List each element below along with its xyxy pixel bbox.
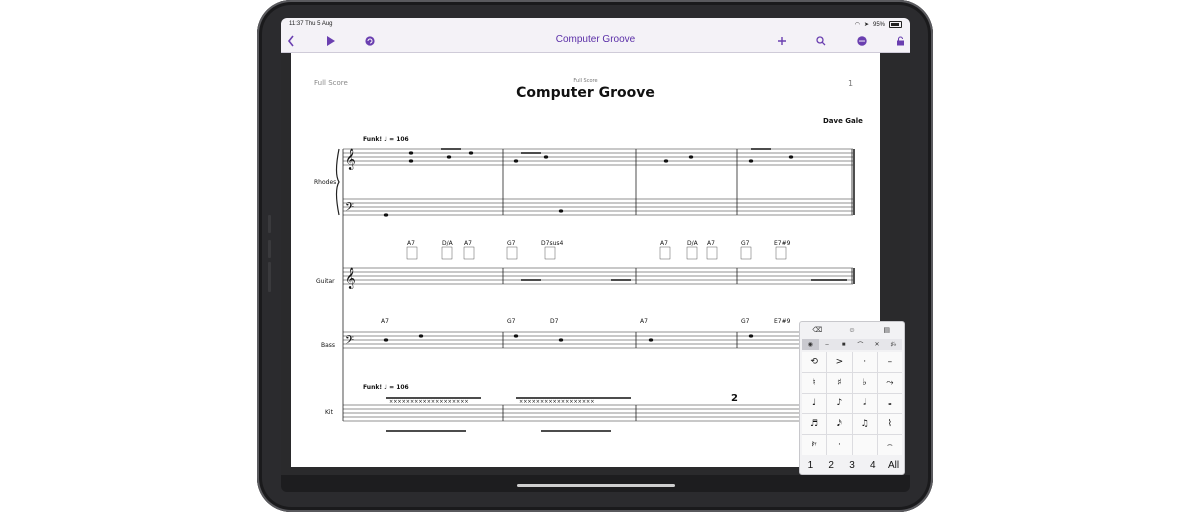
status-date: Thu 5 Aug: [305, 21, 333, 27]
palette-key[interactable]: ♭: [852, 372, 877, 393]
palette-key[interactable]: ⌢: [877, 435, 902, 455]
palette-key[interactable]: ♯: [827, 372, 852, 393]
palette-key[interactable]: 𝄽𝄾: [802, 435, 827, 455]
notation-canvas: 𝄞𝄢 𝄞𝄢 ××××××××××××××××××× ××××××××××××××…: [335, 148, 855, 432]
palette-tab-ties[interactable]: ⌒: [852, 339, 869, 350]
volume-button: [268, 215, 271, 233]
palette-tab-beams[interactable]: ■: [835, 339, 852, 350]
delete-icon[interactable]: ⌫: [800, 322, 835, 338]
voice-button-1[interactable]: 1: [800, 457, 821, 473]
palette-key[interactable]: [852, 435, 877, 455]
palette-key[interactable]: 𝅗𝅥: [852, 393, 877, 414]
keypad-palette: ⌫ ☺ ▤ ◉ – ■ ⌒ ✕ ♯♭ ⟲ > · – ♮ ♯ ♭ ⤳ ♩ ♪ 𝅗…: [799, 321, 905, 475]
lock-icon[interactable]: [893, 33, 907, 49]
palette-key[interactable]: ♪: [827, 393, 852, 414]
voice-button-4[interactable]: 4: [862, 457, 883, 473]
svg-text:𝄢: 𝄢: [345, 334, 354, 350]
toolbar: Computer Groove: [281, 31, 910, 53]
screen: 11:37 Thu 5 Aug ◠ ➤ 95% Computer Groove: [281, 18, 910, 492]
battery-percent: 95%: [872, 21, 885, 28]
home-indicator[interactable]: [517, 484, 675, 487]
palette-key[interactable]: ·: [852, 352, 877, 372]
kit-crosses: ××××××××××××××××××× ××××××××××××××××××: [389, 399, 594, 405]
side-button: [268, 262, 271, 292]
svg-text:𝄢: 𝄢: [345, 201, 354, 217]
wifi-icon: ◠: [854, 22, 860, 28]
palette-key[interactable]: ♫: [852, 414, 877, 435]
svg-text:×××××××××××××××××××: ×××××××××××××××××××: [389, 399, 469, 405]
svg-text:𝄞: 𝄞: [345, 268, 356, 289]
beams: [386, 148, 847, 432]
keyboard-icon[interactable]: ▤: [869, 322, 904, 338]
palette-key[interactable]: ⌇: [877, 414, 902, 435]
battery-icon: [889, 21, 902, 28]
palette-tab-notes[interactable]: ◉: [802, 339, 819, 350]
palette-key[interactable]: ·: [827, 435, 852, 455]
svg-text:𝄞: 𝄞: [345, 149, 356, 170]
score-page[interactable]: Full Score Full Score Computer Groove 1 …: [291, 53, 880, 467]
voice-button-2[interactable]: 2: [821, 457, 842, 473]
palette-key[interactable]: ♮: [802, 372, 827, 393]
palette-key[interactable]: >: [827, 352, 852, 372]
palette-key[interactable]: –: [877, 352, 902, 372]
palette-key[interactable]: ♩: [802, 393, 827, 414]
palette-key[interactable]: 𝅘𝅥𝅯: [827, 414, 852, 435]
palette-key[interactable]: ♬: [802, 414, 827, 435]
svg-text:××××××××××××××××××: ××××××××××××××××××: [519, 399, 594, 405]
barlines: [342, 149, 855, 421]
palette-key[interactable]: ⟲: [802, 352, 827, 372]
chord-diagrams: [406, 246, 787, 260]
status-bar: 11:37 Thu 5 Aug ◠ ➤ 95%: [281, 18, 910, 31]
palette-key[interactable]: 𝅝: [877, 393, 902, 414]
status-time: 11:37: [289, 21, 304, 27]
smiley-icon[interactable]: ☺: [835, 322, 870, 338]
palette-tab-noteheads[interactable]: ✕: [869, 339, 886, 350]
voice-button-all[interactable]: All: [883, 457, 904, 473]
location-icon: ➤: [863, 22, 869, 28]
palette-tab-articulations[interactable]: –: [819, 339, 836, 350]
palette-key[interactable]: ⤳: [877, 372, 902, 393]
palette-tab-accidentals[interactable]: ♯♭: [885, 339, 902, 350]
note-heads: [383, 151, 794, 342]
clefs: 𝄞 𝄢 𝄞 𝄢: [345, 149, 356, 350]
staff-lines: [343, 148, 853, 422]
plus-icon[interactable]: [775, 33, 789, 49]
volume-button: [268, 240, 271, 258]
grand-staff-brace: [335, 148, 340, 216]
more-icon[interactable]: [855, 33, 869, 49]
search-icon[interactable]: [814, 33, 828, 49]
voice-button-3[interactable]: 3: [842, 457, 863, 473]
